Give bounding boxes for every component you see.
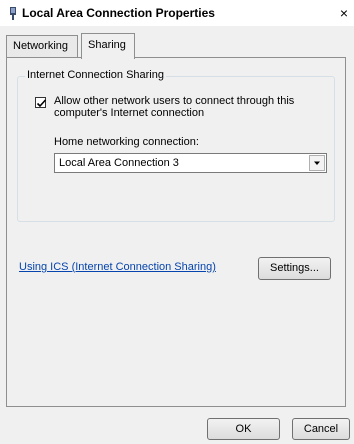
allow-sharing-checkbox[interactable] — [35, 97, 47, 108]
close-icon: × — [339, 5, 349, 21]
sharing-tab-panel: Internet Connection Sharing Allow other … — [6, 57, 346, 407]
allow-sharing-label[interactable]: Allow other network users to connect thr… — [54, 95, 304, 119]
title-bar[interactable]: Local Area Connection Properties × — [0, 0, 354, 26]
home-networking-label: Home networking connection: — [54, 136, 199, 148]
home-networking-value: Local Area Connection 3 — [59, 157, 179, 169]
chevron-down-icon — [314, 161, 320, 165]
groupbox-title: Internet Connection Sharing — [25, 69, 166, 81]
home-networking-select[interactable]: Local Area Connection 3 — [54, 153, 327, 173]
tab-sharing[interactable]: Sharing — [81, 33, 135, 59]
window-title: Local Area Connection Properties — [22, 6, 215, 20]
ok-button[interactable]: OK — [207, 418, 280, 440]
ics-groupbox: Internet Connection Sharing Allow other … — [17, 69, 335, 222]
ics-help-link[interactable]: Using ICS (Internet Connection Sharing) — [19, 261, 216, 273]
properties-dialog: Local Area Connection Properties × Netwo… — [0, 0, 354, 444]
close-button[interactable]: × — [336, 5, 352, 21]
tab-networking[interactable]: Networking — [6, 35, 78, 57]
dropdown-button[interactable] — [309, 155, 325, 171]
network-adapter-icon — [10, 7, 16, 20]
settings-button[interactable]: Settings... — [258, 257, 331, 280]
checkmark-icon — [36, 99, 47, 108]
cancel-button[interactable]: Cancel — [292, 418, 350, 440]
